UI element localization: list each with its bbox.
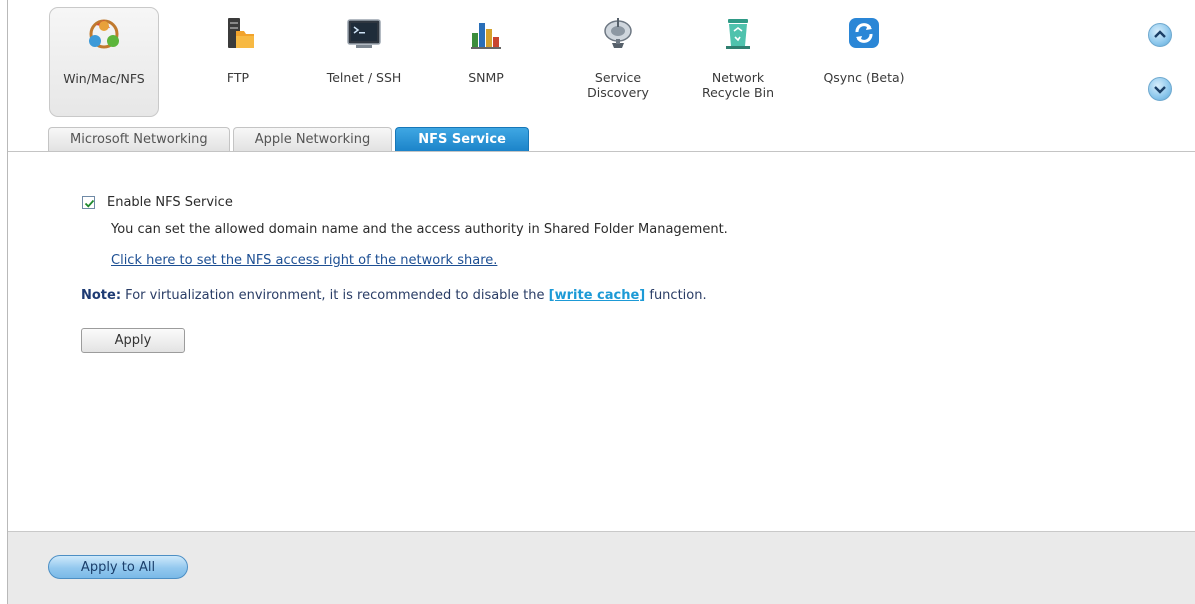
checkmark-icon bbox=[84, 199, 95, 208]
toolbar-item-snmp[interactable]: SNMP bbox=[431, 7, 541, 117]
nfs-access-right-link[interactable]: Click here to set the NFS access right o… bbox=[111, 253, 497, 268]
toolbar-item-label: Telnet / SSH bbox=[326, 70, 402, 85]
tab-nfs-service[interactable]: NFS Service bbox=[395, 127, 529, 152]
recycle-bin-icon bbox=[726, 19, 750, 49]
note-text-after: function. bbox=[645, 288, 707, 303]
tab-apple-networking[interactable]: Apple Networking bbox=[232, 127, 393, 152]
toolbar-item-label: Win/Mac/NFS bbox=[63, 71, 145, 86]
chevron-down-icon bbox=[1154, 86, 1166, 94]
note-text: Note: For virtualization environment, it… bbox=[81, 288, 707, 303]
enable-nfs-label: Enable NFS Service bbox=[107, 194, 233, 210]
scroll-down-button[interactable] bbox=[1148, 77, 1172, 101]
toolbar-item-label: Network Recycle Bin bbox=[701, 70, 775, 100]
apply-button[interactable]: Apply bbox=[81, 328, 185, 353]
scroll-up-button[interactable] bbox=[1148, 23, 1172, 47]
toolbar-item-label: FTP bbox=[226, 70, 250, 85]
satellite-dish-icon bbox=[604, 18, 632, 48]
nfs-description: You can set the allowed domain name and … bbox=[111, 222, 728, 237]
ftp-server-icon bbox=[228, 18, 254, 48]
toolbar-item-telnet-ssh[interactable]: Telnet / SSH bbox=[309, 7, 419, 117]
nfs-service-content: Enable NFS Service You can set the allow… bbox=[8, 152, 1195, 531]
note-label: Note: bbox=[81, 288, 122, 303]
toolbar-item-network-recycle-bin[interactable]: Network Recycle Bin bbox=[683, 7, 793, 117]
terminal-icon bbox=[347, 19, 381, 48]
sync-icon bbox=[849, 18, 879, 48]
bar-chart-icon bbox=[471, 23, 501, 49]
toolbar-item-label: Qsync (Beta) bbox=[823, 70, 905, 85]
enable-nfs-row: Enable NFS Service bbox=[82, 194, 233, 210]
tab-microsoft-networking[interactable]: Microsoft Networking bbox=[48, 127, 230, 152]
toolbar-item-label: Service Discovery bbox=[587, 70, 649, 100]
toolbar-item-ftp[interactable]: FTP bbox=[183, 7, 293, 117]
toolbar-item-win-mac-nfs[interactable]: Win/Mac/NFS bbox=[49, 7, 159, 117]
enable-nfs-checkbox[interactable] bbox=[82, 195, 95, 209]
service-toolbar: Win/Mac/NFS FTP Telnet / SSH SNMP Servic… bbox=[8, 0, 1195, 152]
footer-bar: Apply to All bbox=[8, 531, 1195, 604]
toolbar-item-qsync[interactable]: Qsync (Beta) bbox=[809, 7, 919, 117]
note-text-before: For virtualization environment, it is re… bbox=[121, 288, 549, 303]
tab-bar: Microsoft Networking Apple Networking NF… bbox=[48, 127, 529, 152]
toolbar-item-service-discovery[interactable]: Service Discovery bbox=[563, 7, 673, 117]
write-cache-link[interactable]: [write cache] bbox=[549, 288, 646, 303]
settings-panel: Win/Mac/NFS FTP Telnet / SSH SNMP Servic… bbox=[7, 0, 1195, 604]
apply-to-all-button[interactable]: Apply to All bbox=[48, 555, 188, 579]
network-share-icon bbox=[89, 19, 119, 49]
toolbar-item-label: SNMP bbox=[468, 70, 504, 85]
chevron-up-icon bbox=[1154, 30, 1166, 38]
